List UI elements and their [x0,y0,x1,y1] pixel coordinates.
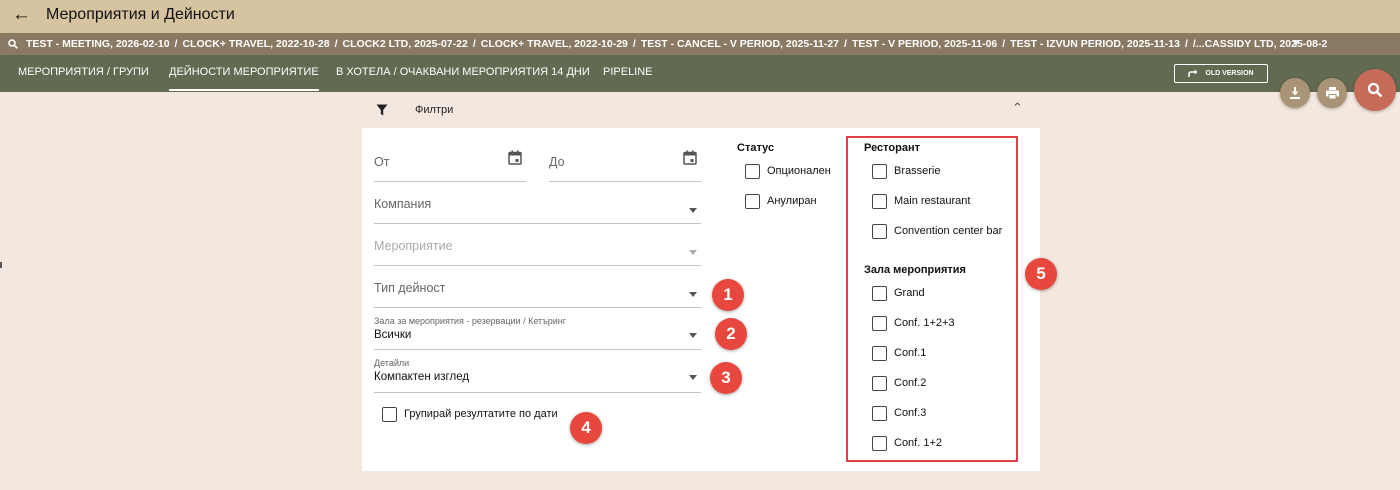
to-date-label: До [549,155,565,169]
recent-items-bar: TEST - MEETING, 2026-02-10 / CLOCK+ TRAV… [0,33,1400,55]
details-value: Компактен изглед [374,371,470,383]
hall-reservations-label: Зала за мероприятия - резервации / Кетър… [374,316,567,326]
filters-header[interactable]: Филтри ⌃ [362,96,1040,124]
event-select[interactable]: Мероприятие [374,234,701,266]
from-date-field[interactable]: От [374,150,526,182]
company-select[interactable]: Компания [374,192,701,224]
download-button[interactable] [1280,78,1310,108]
status-cancelled-checkbox[interactable] [745,194,760,209]
status-heading: Статус [737,142,775,154]
calendar-icon[interactable] [508,150,522,165]
hall-reservations-value: Всички [374,329,412,341]
separator: / [334,38,338,50]
dropdown-arrow-icon [689,375,697,380]
details-select[interactable]: Детайли Компактен изглед [374,358,701,393]
dropdown-arrow-icon [689,291,697,297]
status-optional-checkbox[interactable] [745,164,760,179]
event-label: Мероприятие [374,239,453,253]
app-header: ← Мероприятия и Дейности [0,0,1400,33]
activity-type-label: Тип дейност [374,281,446,295]
dropdown-arrow-icon [689,332,697,338]
annotation-badge: 5 [1025,258,1057,290]
activity-type-select[interactable]: Тип дейност [374,276,701,308]
recent-item[interactable]: TEST - V PERIOD, 2025-11-06 [852,38,997,50]
recent-item[interactable]: TEST - IZVUN PERIOD, 2025-11-13 [1010,38,1180,50]
annotation-badge: 2 [715,318,747,350]
tab-in-hotel[interactable]: В ХОТЕЛА / ОЧАКВАНИ МЕРОПРИЯТИЯ 14 ДНИ [336,66,590,78]
dropdown-arrow-icon [689,249,697,255]
separator: / [844,38,847,50]
share-arrow-icon [1188,69,1198,77]
chevron-down-icon[interactable]: ▼ [1291,38,1301,49]
main-nav: МЕРОПРИЯТИЯ / ГРУПИ ДЕЙНОСТИ МЕРОПРИЯТИЕ… [0,55,1400,92]
recent-item[interactable]: /...CASSIDY LTD, 2025-08-2 [1193,38,1327,50]
print-button[interactable] [1317,78,1347,108]
hall-reservations-select[interactable]: Зала за мероприятия - резервации / Кетър… [374,316,701,350]
old-version-label: OLD VERSION [1205,70,1254,77]
tab-pipeline[interactable]: PIPELINE [603,66,653,78]
from-date-label: От [374,155,390,169]
group-by-date-label: Групирай резултатите по дати [404,408,558,420]
print-icon [1325,87,1339,100]
separator: / [1184,38,1188,50]
details-label: Детайли [374,358,410,368]
chevron-up-icon[interactable]: ⌃ [1012,100,1023,116]
search-button[interactable] [1354,69,1396,111]
annotation-badge: 3 [710,362,742,394]
separator: / [632,38,636,50]
recent-item[interactable]: TEST - CANCEL - V PERIOD, 2025-11-27 [641,38,839,50]
filter-icon [376,104,388,116]
recent-item[interactable]: CLOCK2 LTD, 2025-07-22 [343,38,468,50]
company-label: Компания [374,197,432,211]
annotation-badge: 1 [712,279,744,311]
arrow-left-icon[interactable]: ← [12,4,31,26]
tab-events-groups[interactable]: МЕРОПРИЯТИЯ / ГРУПИ [18,66,149,78]
download-icon [1290,87,1300,99]
edge-marker [0,262,2,268]
recent-item[interactable]: CLOCK+ TRAVEL, 2022-10-29 [481,38,628,50]
dropdown-arrow-icon [689,207,697,213]
status-cancelled-label: Анулиран [767,195,817,207]
recent-item[interactable]: TEST - MEETING, 2026-02-10 [26,38,170,50]
calendar-icon[interactable] [683,150,697,165]
group-by-date-checkbox[interactable] [382,407,397,422]
page-title: Мероприятия и Дейности [46,6,235,23]
old-version-button[interactable]: OLD VERSION [1174,64,1268,83]
separator: / [1002,38,1006,50]
search-icon [1367,82,1383,98]
search-icon [8,39,18,49]
to-date-field[interactable]: До [549,150,701,182]
filters-title: Филтри [415,104,454,116]
separator: / [174,38,178,50]
annotation-badge: 4 [570,412,602,444]
recent-item[interactable]: CLOCK+ TRAVEL, 2022-10-28 [182,38,329,50]
status-optional-label: Опционален [767,165,831,177]
tab-event-activities[interactable]: ДЕЙНОСТИ МЕРОПРИЯТИЕ [169,66,319,91]
separator: / [472,38,476,50]
highlight-box [846,136,1018,462]
